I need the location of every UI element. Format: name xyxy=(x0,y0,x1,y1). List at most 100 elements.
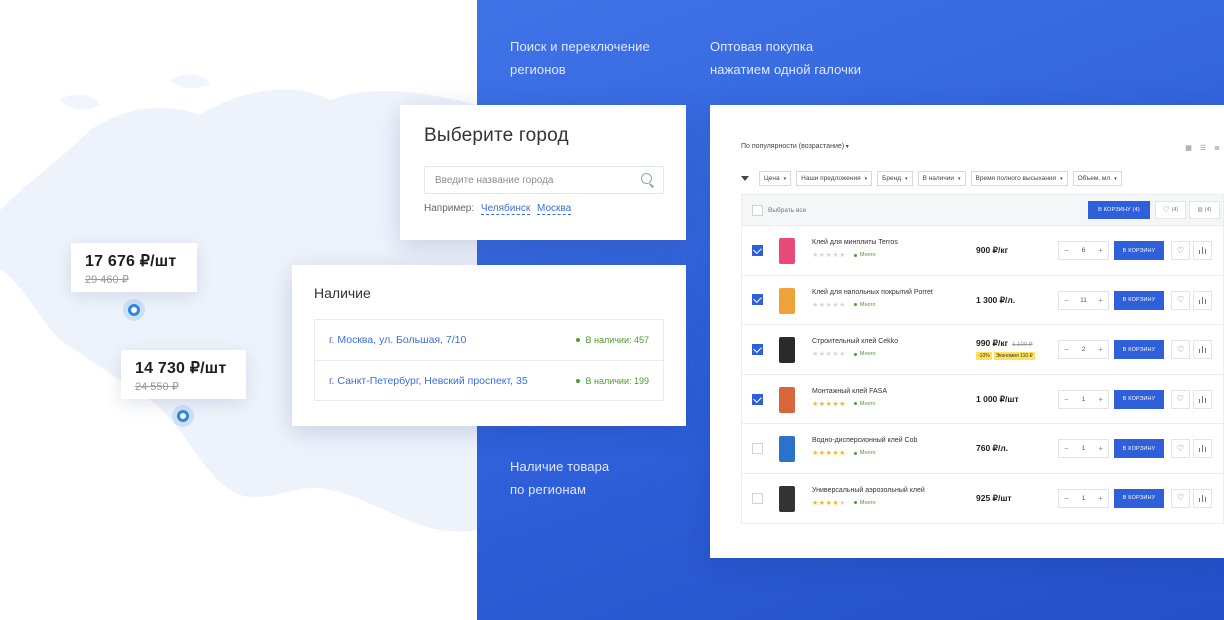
plus-icon[interactable]: + xyxy=(1098,395,1103,404)
product-name[interactable]: Клей для минплиты Terros xyxy=(812,239,962,246)
sort-dropdown[interactable]: По популярности (возрастание) xyxy=(741,143,849,150)
minus-icon[interactable]: − xyxy=(1064,345,1069,354)
add-all-to-cart-button[interactable]: В КОРЗИНУ (4) xyxy=(1088,201,1150,219)
quantity-stepper[interactable]: − 1 + xyxy=(1058,488,1109,508)
compare-button[interactable] xyxy=(1193,290,1212,310)
product-name[interactable]: Универсальный аэрозольный клей xyxy=(812,487,962,494)
product-image[interactable] xyxy=(773,484,801,514)
quantity-value[interactable]: 1 xyxy=(1082,495,1086,502)
map-pin-icon[interactable] xyxy=(123,299,145,321)
select-all-label[interactable]: Выбрать все xyxy=(768,207,806,214)
store-address[interactable]: г. Санкт-Петербург, Невский проспект, 35 xyxy=(329,375,528,387)
rating-stars-icon: ★★★★★ xyxy=(812,252,846,259)
favorite-button[interactable]: ♡ xyxy=(1171,241,1190,260)
product-image[interactable] xyxy=(773,236,801,266)
filter-chip[interactable]: Объем, мл xyxy=(1072,171,1122,186)
product-meta: ★★★★★ Много xyxy=(812,499,962,507)
add-to-cart-button[interactable]: В КОРЗИНУ xyxy=(1114,290,1164,310)
filter-chip[interactable]: Время полного высыхания xyxy=(970,171,1068,186)
minus-icon[interactable]: − xyxy=(1064,296,1069,305)
product-price: 900 ₽/кг xyxy=(976,245,1009,255)
minus-icon[interactable]: − xyxy=(1064,494,1069,503)
compare-button[interactable]: ▥ (4) xyxy=(1189,201,1220,219)
map-pin-icon[interactable] xyxy=(172,405,194,427)
favorite-button[interactable]: ♡ xyxy=(1171,488,1190,508)
minus-icon[interactable]: − xyxy=(1064,444,1069,453)
filter-icon[interactable] xyxy=(741,176,749,181)
availability-row[interactable]: г. Санкт-Петербург, Невский проспект, 35… xyxy=(315,360,663,400)
quantity-stepper[interactable]: − 1 + xyxy=(1058,389,1109,409)
filter-chip[interactable]: Наши предложения xyxy=(796,171,873,186)
favorite-button[interactable]: ♡ xyxy=(1171,389,1190,409)
plus-icon[interactable]: + xyxy=(1098,494,1103,503)
city-example-link[interactable]: Челябинск xyxy=(480,203,531,215)
select-all-checkbox[interactable] xyxy=(752,204,763,216)
product-name[interactable]: Водно-дисперсионный клей Cob xyxy=(812,437,962,444)
product-image[interactable] xyxy=(773,434,801,464)
product-name[interactable]: Монтажный клей FASA xyxy=(812,388,962,395)
minus-icon[interactable]: − xyxy=(1064,395,1069,404)
product-image[interactable] xyxy=(773,385,801,415)
compare-button[interactable] xyxy=(1193,488,1212,508)
minus-icon[interactable]: − xyxy=(1064,246,1069,255)
filter-chip[interactable]: В наличии xyxy=(917,171,966,186)
quantity-stepper[interactable]: − 11 + xyxy=(1058,290,1109,310)
compare-button[interactable] xyxy=(1193,439,1212,459)
compare-button[interactable] xyxy=(1193,241,1212,260)
favorites-button[interactable]: ♡ (4) xyxy=(1155,201,1186,219)
product-checkbox[interactable] xyxy=(752,343,763,355)
table-row[interactable]: Клей для напольных покрытий Porret ★★★★★ М… xyxy=(742,274,1223,325)
product-name[interactable]: Клей для напольных покрытий Porret xyxy=(812,289,962,296)
product-rows: Клей для минплиты Terros ★★★★★ Много 900 ₽/… xyxy=(742,225,1223,523)
quantity-stepper[interactable]: − 1 + xyxy=(1058,439,1109,459)
availability-row[interactable]: г. Москва, ул. Большая, 7/10 В наличии: … xyxy=(315,320,663,360)
plus-icon[interactable]: + xyxy=(1098,296,1103,305)
grid-view-icon[interactable]: ▦ xyxy=(1185,144,1192,152)
quantity-value[interactable]: 1 xyxy=(1082,396,1086,403)
favorite-button[interactable]: ♡ xyxy=(1171,439,1190,459)
table-row[interactable]: Водно-дисперсионный клей Cob ★★★★★ Много 76… xyxy=(742,423,1223,473)
table-row[interactable]: Монтажный клей FASA ★★★★★ Много 1 000 ₽/шт −… xyxy=(742,373,1223,424)
city-example-link[interactable]: Москва xyxy=(537,203,572,215)
list-view-icon[interactable]: ☰ xyxy=(1200,144,1206,152)
store-address[interactable]: г. Москва, ул. Большая, 7/10 xyxy=(329,334,466,346)
table-row[interactable]: Строительный клей Cekko ★★★★★ Много 990 ₽/к… xyxy=(742,324,1223,374)
add-to-cart-button[interactable]: В КОРЗИНУ xyxy=(1114,488,1164,508)
product-old-price: 1 100 ₽ xyxy=(1012,342,1033,349)
plus-icon[interactable]: + xyxy=(1098,246,1103,255)
heart-icon: ♡ xyxy=(1162,205,1170,214)
product-checkbox[interactable] xyxy=(752,294,763,306)
product-image[interactable] xyxy=(773,335,801,365)
plus-icon[interactable]: + xyxy=(1098,444,1103,453)
quantity-stepper[interactable]: − 6 + xyxy=(1058,241,1109,260)
add-to-cart-button[interactable]: В КОРЗИНУ xyxy=(1114,241,1164,260)
product-name[interactable]: Строительный клей Cekko xyxy=(812,338,962,345)
favorite-button[interactable]: ♡ xyxy=(1171,340,1190,360)
table-view-icon[interactable]: ≣ xyxy=(1214,144,1220,152)
favorite-button[interactable]: ♡ xyxy=(1171,290,1190,310)
add-to-cart-button[interactable]: В КОРЗИНУ xyxy=(1114,389,1164,409)
table-row[interactable]: Клей для минплиты Terros ★★★★★ Много 900 ₽/… xyxy=(742,225,1223,275)
add-to-cart-button[interactable]: В КОРЗИНУ xyxy=(1114,340,1164,360)
product-checkbox[interactable] xyxy=(752,443,763,455)
quantity-stepper[interactable]: − 2 + xyxy=(1058,340,1109,360)
quantity-value[interactable]: 11 xyxy=(1080,297,1087,304)
product-checkbox[interactable] xyxy=(752,244,763,256)
quantity-value[interactable]: 1 xyxy=(1082,445,1086,452)
quantity-value[interactable]: 2 xyxy=(1082,346,1086,353)
add-to-cart-button[interactable]: В КОРЗИНУ xyxy=(1114,439,1164,459)
compare-button[interactable] xyxy=(1193,389,1212,409)
search-icon[interactable] xyxy=(641,173,655,187)
product-checkbox[interactable] xyxy=(752,393,763,405)
compare-button[interactable] xyxy=(1193,340,1212,360)
product-image[interactable] xyxy=(773,286,801,316)
plus-icon[interactable]: + xyxy=(1098,345,1103,354)
product-checkbox[interactable] xyxy=(752,492,763,504)
filter-chip[interactable]: Бренд xyxy=(877,171,913,186)
city-search-field[interactable] xyxy=(424,166,664,194)
quantity-value[interactable]: 6 xyxy=(1082,247,1086,254)
table-row[interactable]: Универсальный аэрозольный клей ★★★★★ Много… xyxy=(742,472,1223,523)
rating-stars-icon: ★★★★★ xyxy=(812,301,846,309)
filter-chip[interactable]: Цена xyxy=(759,171,792,186)
city-search-input[interactable] xyxy=(435,174,625,186)
